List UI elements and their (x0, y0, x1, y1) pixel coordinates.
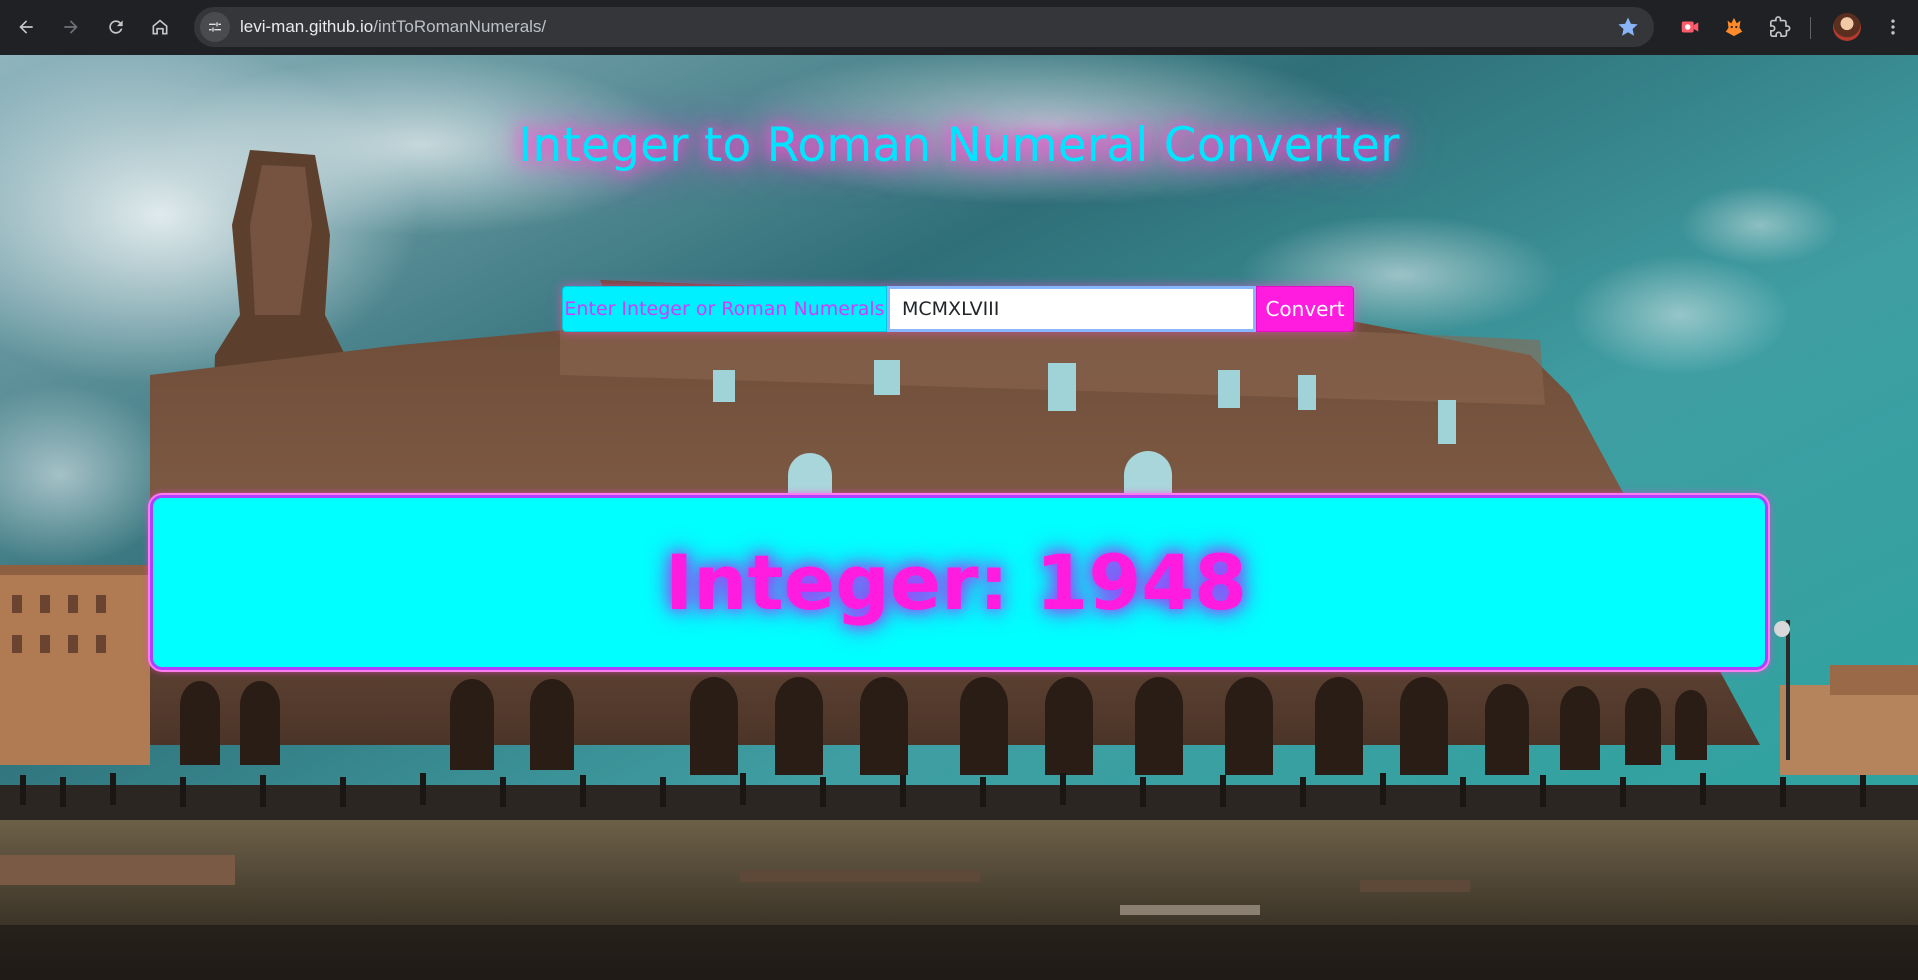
page-title: Integer to Roman Numeral Converter (518, 118, 1400, 173)
result-text: Integer: 1948 (664, 538, 1248, 627)
result-box: Integer: 1948 (150, 495, 1768, 670)
profile-avatar[interactable] (1833, 13, 1861, 41)
extensions-button[interactable] (1764, 11, 1796, 43)
url-path: /intToRomanNumerals/ (373, 17, 547, 36)
more-vertical-icon (1891, 19, 1895, 35)
reload-button[interactable] (100, 11, 132, 43)
reload-icon (109, 20, 123, 34)
tune-icon (209, 22, 221, 32)
forward-button[interactable] (55, 11, 87, 43)
video-recorder-icon (1681, 21, 1699, 33)
extension-video-button[interactable] (1674, 11, 1706, 43)
numeral-input[interactable] (887, 286, 1256, 332)
address-bar[interactable]: levi-man.github.io/intToRomanNumerals/ (194, 7, 1654, 47)
converter-form: Enter Integer or Roman Numerals Convert (562, 286, 1354, 332)
url-text[interactable]: levi-man.github.io/intToRomanNumerals/ (240, 17, 546, 37)
browser-toolbar: levi-man.github.io/intToRomanNumerals/ (0, 0, 1918, 55)
home-button[interactable] (144, 11, 176, 43)
back-arrow-icon (19, 20, 33, 34)
home-icon (152, 19, 168, 35)
convert-button[interactable]: Convert (1256, 286, 1354, 332)
web-page: Integer to Roman Numeral Converter Enter… (0, 55, 1918, 980)
site-info-button[interactable] (200, 12, 230, 42)
toolbar-separator (1810, 17, 1811, 39)
fox-icon (1725, 17, 1743, 37)
bookmark-star-icon[interactable] (1616, 15, 1640, 39)
forward-arrow-icon (64, 20, 78, 34)
extension-fox-button[interactable] (1718, 11, 1750, 43)
browser-menu-button[interactable] (1877, 11, 1909, 43)
input-label: Enter Integer or Roman Numerals (562, 286, 887, 332)
puzzle-icon (1770, 16, 1791, 37)
url-host: levi-man.github.io (240, 17, 374, 36)
back-button[interactable] (10, 11, 42, 43)
